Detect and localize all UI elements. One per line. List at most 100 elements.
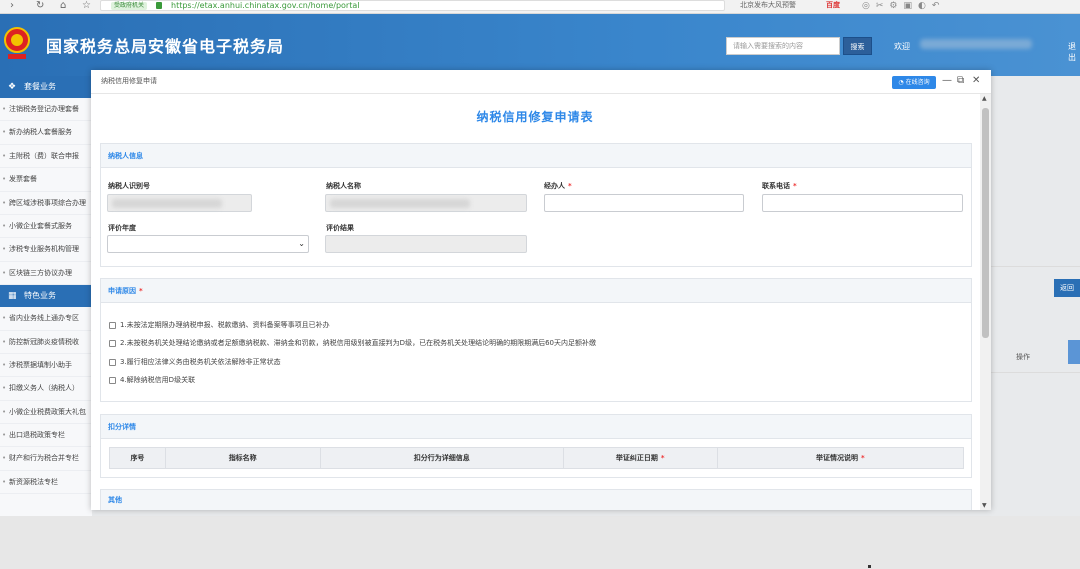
redacted-value bbox=[112, 199, 222, 208]
taxpayer-name-field bbox=[325, 194, 527, 212]
divider bbox=[985, 266, 1080, 267]
maximize-icon[interactable]: ⧉ bbox=[957, 75, 964, 87]
layers-icon: ❖ bbox=[8, 82, 17, 92]
tax-emblem-icon bbox=[4, 27, 30, 59]
scroll-thumb[interactable] bbox=[982, 108, 989, 338]
toolbar-extension-icons[interactable]: ◎✂⚙▣◐↶ bbox=[862, 0, 945, 12]
browser-toolbar: › ↻ ⌂ ☆ 受政府机关 https://etax.anhui.chinata… bbox=[0, 0, 1080, 14]
site-header: 国家税务总局安徽省电子税务局 请输入需要搜索的内容 搜索 欢迎 退出 bbox=[0, 14, 1080, 76]
reason-text: 4.解除纳税信用D级关联 bbox=[120, 376, 196, 384]
other-panel: 其他 bbox=[100, 489, 972, 510]
credit-repair-dialog: 纳税信用修复申请 ◔ 在线咨询 — ⧉ ✕ 纳税信用修复申请表 纳税人信息 纳税… bbox=[91, 70, 991, 510]
reason-option[interactable]: 2.未按税务机关处理结论缴纳或者足额缴纳税款、滞纳金和罚款，纳税信用级别被直接判… bbox=[109, 338, 596, 348]
star-icon[interactable]: ☆ bbox=[82, 0, 91, 12]
scroll-up-icon[interactable]: ▲ bbox=[982, 95, 987, 102]
column-header: 序号 bbox=[110, 448, 166, 468]
lock-icon bbox=[156, 2, 162, 9]
sidebar-item[interactable]: 省内业务线上通办专区 bbox=[0, 307, 92, 331]
sidebar-item[interactable]: 扣缴义务人（纳税人） bbox=[0, 377, 92, 401]
sidebar-item[interactable]: 发票套餐 bbox=[0, 168, 92, 192]
panel-header: 纳税人信息 bbox=[101, 144, 971, 168]
home-icon[interactable]: ⌂ bbox=[60, 0, 66, 12]
panel-header: 扣分详情 bbox=[101, 415, 971, 439]
sidebar-item[interactable]: 小微企业套餐式服务 bbox=[0, 215, 92, 239]
url-text: https://etax.anhui.chinatax.gov.cn/home/… bbox=[171, 1, 360, 10]
required-mark: * bbox=[568, 182, 572, 190]
redacted-value bbox=[330, 199, 470, 208]
checkbox[interactable] bbox=[109, 376, 116, 384]
sidebar-item[interactable]: 涉税专业服务机构管理 bbox=[0, 238, 92, 262]
reason-option[interactable]: 1.未按法定期限办理纳税申报、税款缴纳、资料备案等事项且已补办 bbox=[109, 320, 330, 330]
reason-option[interactable]: 4.解除纳税信用D级关联 bbox=[109, 375, 195, 385]
reload-icon[interactable]: ↻ bbox=[36, 0, 44, 12]
site-title: 国家税务总局安徽省电子税务局 bbox=[46, 37, 285, 56]
phone-label: 联系电话 * bbox=[762, 181, 797, 191]
sidebar-item[interactable]: 小微企业税费政策大礼包 bbox=[0, 401, 92, 425]
close-icon[interactable]: ✕ bbox=[972, 75, 980, 87]
taxpayer-name-label: 纳税人名称 bbox=[326, 182, 361, 190]
sidebar-item[interactable]: 跨区域涉税事项综合办理 bbox=[0, 192, 92, 215]
cursor-mark bbox=[868, 565, 871, 568]
required-mark: * bbox=[860, 454, 865, 462]
sidebar-section-special[interactable]: ▦ 特色业务 bbox=[0, 285, 92, 308]
sidebar-item[interactable]: 防控新冠肺炎疫情税收 bbox=[0, 331, 92, 354]
dialog-scrollbar[interactable]: ▲ ▼ bbox=[980, 94, 991, 510]
column-header: 举证纠正日期 * bbox=[564, 448, 718, 468]
taxpayer-id-label: 纳税人识别号 bbox=[108, 182, 150, 190]
sidebar-item[interactable]: 新办纳税人套餐服务 bbox=[0, 121, 92, 145]
minimize-icon[interactable]: — bbox=[942, 75, 952, 87]
site-search-button[interactable]: 搜索 bbox=[843, 37, 872, 55]
back-icon[interactable]: › bbox=[10, 0, 14, 12]
reason-text: 2.未按税务机关处理结论缴纳或者足额缴纳税款、滞纳金和罚款，纳税信用级别被直接判… bbox=[120, 339, 596, 347]
sidebar-item[interactable]: 出口退税政策专栏 bbox=[0, 424, 92, 448]
panel-header: 申请原因 * bbox=[101, 279, 971, 303]
baidu-logo[interactable]: 百度 bbox=[826, 0, 840, 11]
taxpayer-id-field bbox=[107, 194, 252, 212]
handler-input[interactable] bbox=[544, 194, 744, 212]
column-header-text: 举证情况说明 bbox=[815, 454, 858, 462]
sidebar-section-package[interactable]: ❖ 套餐业务 bbox=[0, 76, 92, 98]
reason-option[interactable]: 3.履行相应法律义务由税务机关依法解除非正常状态 bbox=[109, 357, 281, 367]
sidebar-section-label: 套餐业务 bbox=[24, 82, 56, 91]
checkbox[interactable] bbox=[109, 321, 116, 329]
sidebar-section-label: 特色业务 bbox=[24, 291, 56, 301]
column-header: 举证情况说明 * bbox=[718, 448, 963, 468]
sidebar-item[interactable]: 涉税票据填制小助手 bbox=[0, 354, 92, 378]
phone-label-text: 联系电话 bbox=[762, 182, 790, 190]
gov-site-badge: 受政府机关 bbox=[111, 2, 148, 10]
sidebar-item[interactable]: 财产和行为税合并专栏 bbox=[0, 447, 92, 471]
back-button[interactable]: 返回 bbox=[1054, 279, 1080, 297]
sidebar-item[interactable]: 注销税务登记办理套餐 bbox=[0, 98, 92, 122]
sidebar-item[interactable]: 新资源税法专栏 bbox=[0, 471, 92, 495]
taxpayer-info-panel: 纳税人信息 纳税人识别号 纳税人名称 经办人 * 联系电话 * 评价年度 ⌄ 评价结… bbox=[100, 143, 972, 267]
panel-header-text: 申请原因 bbox=[108, 287, 136, 295]
column-header-text: 举证纠正日期 bbox=[615, 454, 658, 462]
column-header: 指标名称 bbox=[166, 448, 321, 468]
required-mark: * bbox=[793, 182, 797, 190]
logout-link[interactable]: 退出 bbox=[1068, 41, 1080, 63]
reason-text: 1.未按法定期限办理纳税申报、税款缴纳、资料备案等事项且已补办 bbox=[120, 321, 330, 329]
handler-label-text: 经办人 bbox=[544, 182, 565, 190]
online-consult-button[interactable]: ◔ 在线咨询 bbox=[892, 76, 936, 89]
column-header: 扣分行为详细信息 bbox=[321, 448, 564, 468]
panel-header: 其他 bbox=[101, 490, 971, 510]
sidebar-item[interactable]: 区块链三方协议办理 bbox=[0, 262, 92, 286]
page-footer-area bbox=[0, 516, 1080, 569]
deduction-table-header: 序号 指标名称 扣分行为详细信息 举证纠正日期 * 举证情况说明 * bbox=[109, 447, 964, 469]
sidebar-item[interactable]: 主附税（费）联合申报 bbox=[0, 145, 92, 169]
online-consult-label: 在线咨询 bbox=[905, 79, 930, 86]
phone-input[interactable] bbox=[762, 194, 963, 212]
checkbox[interactable] bbox=[109, 358, 116, 366]
eval-year-select[interactable]: ⌄ bbox=[107, 235, 309, 253]
checkbox[interactable] bbox=[109, 339, 116, 347]
grid-icon: ▦ bbox=[8, 291, 17, 302]
left-sidebar: ❖ 套餐业务 注销税务登记办理套餐 新办纳税人套餐服务 主附税（费）联合申报 发… bbox=[0, 76, 92, 516]
dialog-title: 纳税信用修复申请 bbox=[101, 77, 157, 85]
site-search-input[interactable]: 请输入需要搜索的内容 bbox=[726, 37, 840, 55]
address-bar[interactable]: 受政府机关 https://etax.anhui.chinatax.gov.cn… bbox=[100, 0, 725, 11]
side-float-tab[interactable] bbox=[1068, 340, 1080, 364]
scroll-down-icon[interactable]: ▼ bbox=[982, 502, 987, 509]
dialog-titlebar: 纳税信用修复申请 ◔ 在线咨询 — ⧉ ✕ bbox=[91, 70, 991, 94]
form-heading: 纳税信用修复申请表 bbox=[476, 110, 594, 124]
username-redacted bbox=[920, 39, 1032, 49]
